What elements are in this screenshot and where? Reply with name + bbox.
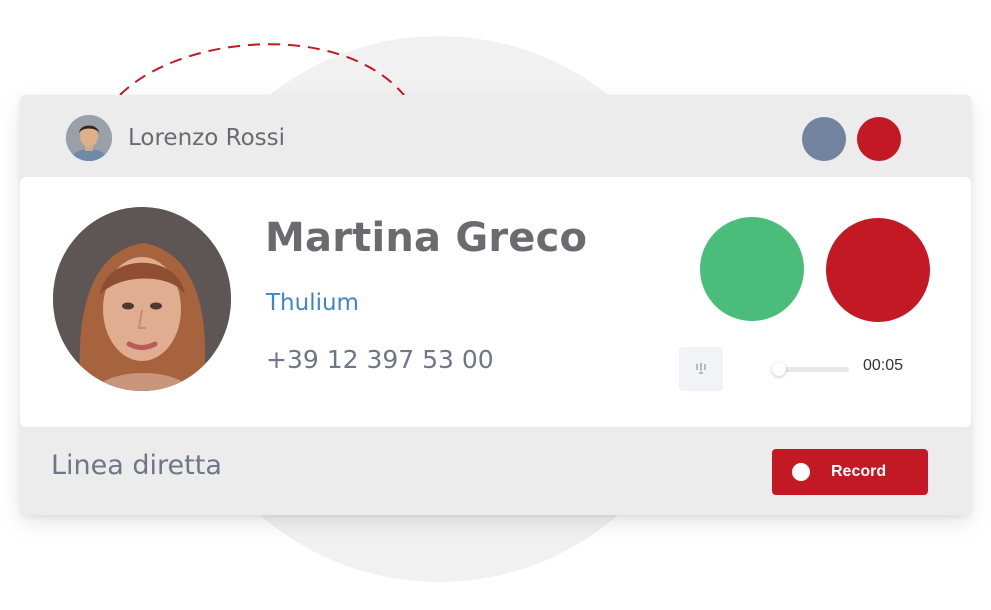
reject-call-button[interactable]: [826, 218, 930, 322]
answer-call-button[interactable]: [700, 217, 804, 321]
call-widget: Lorenzo Rossi Martina Greco Thulium +39 …: [20, 95, 971, 515]
contact-company-link[interactable]: Thulium: [266, 290, 359, 316]
record-dot-icon: [792, 463, 810, 481]
agent-avatar: [66, 115, 112, 161]
contact-panel: Martina Greco Thulium +39 12 397 53 00 0…: [20, 177, 971, 427]
line-type-label: Linea diretta: [51, 450, 222, 481]
contact-portrait-icon: [53, 207, 231, 391]
agent-name: Lorenzo Rossi: [128, 125, 285, 151]
call-timer: 00:05: [863, 357, 904, 374]
contact-name: Martina Greco: [265, 215, 588, 261]
record-label: Record: [831, 463, 887, 480]
dialpad-icon: [696, 363, 706, 374]
gray-dot-icon[interactable]: [802, 117, 846, 161]
record-button[interactable]: Record: [772, 449, 928, 495]
contact-phone: +39 12 397 53 00: [266, 345, 494, 374]
playback-slider-handle[interactable]: [772, 362, 786, 376]
agent-portrait-icon: [66, 115, 112, 161]
playback-slider-track[interactable]: [775, 367, 849, 372]
dialpad-button[interactable]: [679, 347, 723, 391]
red-dot-icon[interactable]: [857, 117, 901, 161]
contact-photo: [53, 207, 231, 391]
window-header: Lorenzo Rossi: [20, 95, 971, 177]
